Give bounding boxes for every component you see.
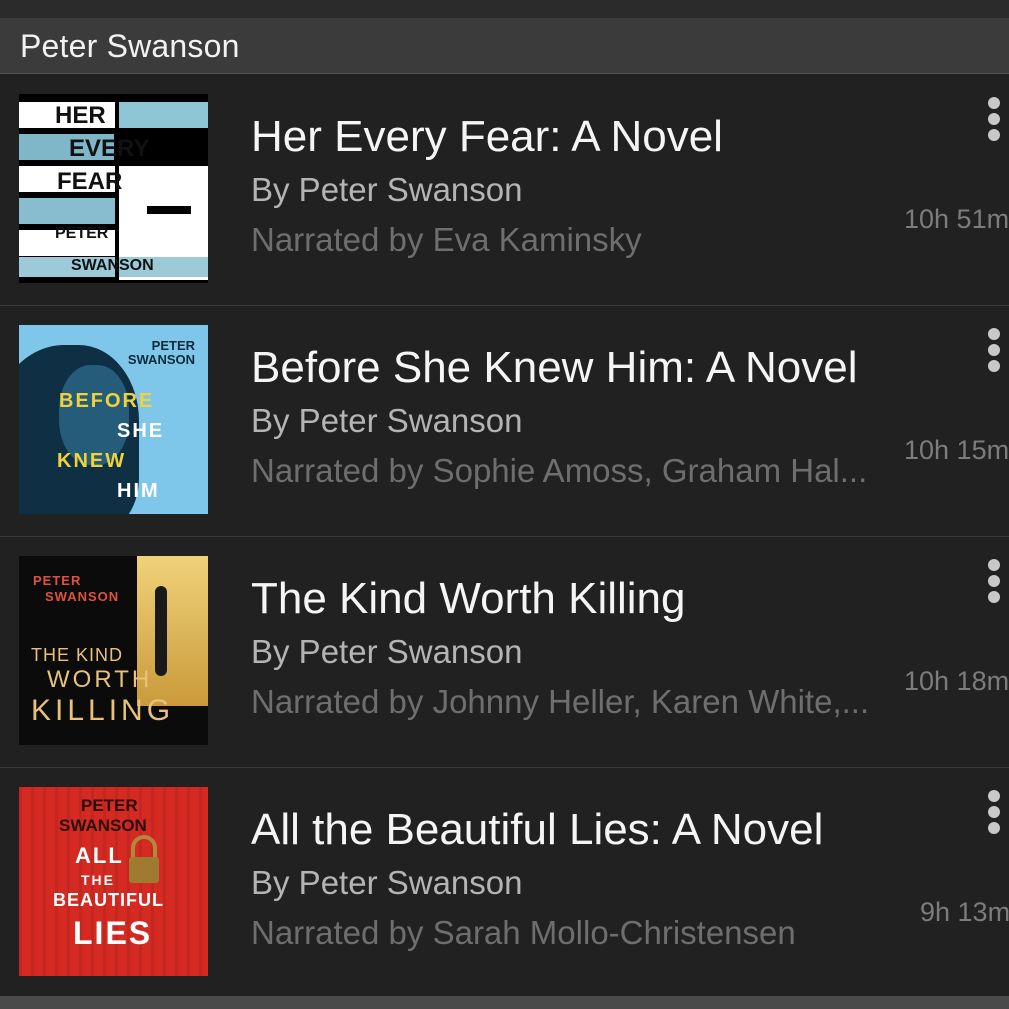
more-options-icon[interactable] <box>986 97 1002 143</box>
cover-title-line: SHE <box>117 420 165 442</box>
book-title[interactable]: All the Beautiful Lies: A Novel <box>251 808 901 852</box>
book-info: Before She Knew Him: A Novel By Peter Sw… <box>251 346 901 489</box>
cover-title-line: KNEW <box>57 450 127 472</box>
more-options-icon[interactable] <box>986 559 1002 605</box>
bottom-bar <box>0 996 1009 1009</box>
book-narrator: Narrated by Johnny Heller, Karen White,.… <box>251 685 870 720</box>
cover-title-line: BEAUTIFUL <box>53 890 164 910</box>
list-item[interactable]: PETER SWANSON BEFORE SHE KNEW HIM Before… <box>0 306 1009 537</box>
book-author: By Peter Swanson <box>251 633 523 670</box>
cover-author-line: PETER <box>33 573 82 588</box>
book-info: All the Beautiful Lies: A Novel By Peter… <box>251 808 901 951</box>
cover-title-line: KILLING <box>31 694 175 727</box>
cover-title-line: FEAR <box>57 168 123 195</box>
cover-title-line: BEFORE <box>59 390 155 412</box>
cover-title-line: WORTH <box>47 666 153 693</box>
book-cover-her-every-fear[interactable]: HER EVERY FEAR PETER SWANSON <box>19 94 208 283</box>
book-narrator: Narrated by Sophie Amoss, Graham Hal... <box>251 454 868 489</box>
section-title: Peter Swanson <box>20 28 240 64</box>
cover-author-line: PETER SWANSON <box>127 338 195 368</box>
cover-author-line: SWANSON <box>71 257 154 274</box>
book-title[interactable]: Before She Knew Him: A Novel <box>251 346 901 390</box>
book-info: Her Every Fear: A Novel By Peter Swanson… <box>251 115 901 258</box>
list-item[interactable]: PETER SWANSON ALL THE BEAUTIFUL LIES All… <box>0 768 1009 999</box>
book-duration: 10h 15m <box>904 435 1009 465</box>
book-title[interactable]: Her Every Fear: A Novel <box>251 115 901 159</box>
book-title[interactable]: The Kind Worth Killing <box>251 577 901 621</box>
cover-title-line: THE <box>81 872 115 888</box>
cover-title-line: THE KIND <box>31 645 124 665</box>
cover-title-line: ALL <box>75 843 124 868</box>
list-item[interactable]: HER EVERY FEAR PETER SWANSON Her Every F… <box>0 75 1009 306</box>
book-author: By Peter Swanson <box>251 864 523 901</box>
book-info: The Kind Worth Killing By Peter Swanson … <box>251 577 901 720</box>
cover-title-line: HER <box>55 102 106 129</box>
book-narrator: Narrated by Eva Kaminsky <box>251 223 642 258</box>
book-author: By Peter Swanson <box>251 171 523 208</box>
cover-author-line: SWANSON <box>45 589 120 604</box>
cover-author-line: PETER <box>55 225 109 242</box>
status-bar <box>0 0 1009 18</box>
cover-title-line: LIES <box>73 915 153 951</box>
book-cover-before-she-knew-him[interactable]: PETER SWANSON BEFORE SHE KNEW HIM <box>19 325 208 514</box>
cover-author-line: PETER <box>81 796 138 815</box>
book-narrator: Narrated by Sarah Mollo-Christensen <box>251 916 796 951</box>
book-duration: 10h 51m <box>904 204 1009 234</box>
more-options-icon[interactable] <box>986 328 1002 374</box>
cover-title-line: EVERY <box>69 135 150 162</box>
cover-author-line: SWANSON <box>59 816 147 835</box>
book-duration: 9h 13m <box>920 897 1009 927</box>
more-options-icon[interactable] <box>986 790 1002 836</box>
list-item[interactable]: PETER SWANSON THE KIND WORTH KILLING The… <box>0 537 1009 768</box>
book-duration: 10h 18m <box>904 666 1009 696</box>
audiobook-list: HER EVERY FEAR PETER SWANSON Her Every F… <box>0 75 1009 999</box>
book-cover-the-kind-worth-killing[interactable]: PETER SWANSON THE KIND WORTH KILLING <box>19 556 208 745</box>
book-author: By Peter Swanson <box>251 402 523 439</box>
cover-title-line: HIM <box>117 480 160 502</box>
section-header: Peter Swanson <box>0 18 1009 74</box>
book-cover-all-the-beautiful-lies[interactable]: PETER SWANSON ALL THE BEAUTIFUL LIES <box>19 787 208 976</box>
